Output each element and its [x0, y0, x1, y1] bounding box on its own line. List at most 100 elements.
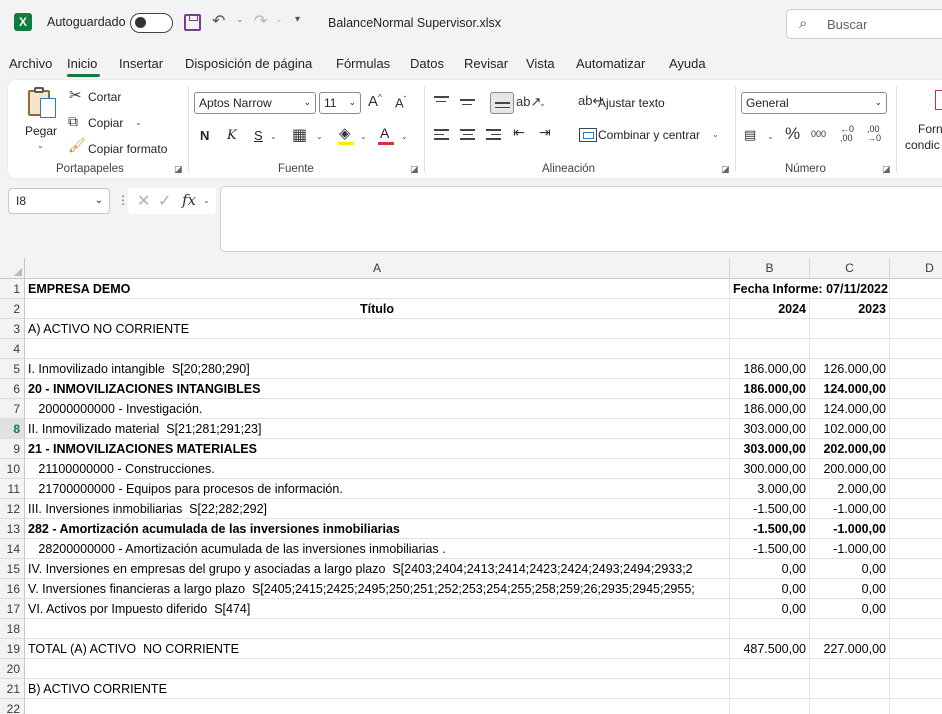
align-top-icon[interactable]	[434, 96, 449, 110]
cell-b[interactable]: 303.000,00	[730, 419, 810, 439]
undo-icon[interactable]: ↶	[212, 11, 225, 31]
tab-ayuda[interactable]: Ayuda	[669, 56, 706, 71]
cell-d[interactable]	[890, 559, 942, 579]
cell-a[interactable]: EMPRESA DEMO	[25, 279, 730, 299]
row-header[interactable]: 15	[0, 559, 25, 579]
align-center-icon[interactable]	[460, 129, 475, 143]
cell-b[interactable]	[730, 319, 810, 339]
cell-c[interactable]: 0,00	[810, 599, 890, 619]
tab-automatizar[interactable]: Automatizar	[576, 56, 645, 71]
cell-a[interactable]	[25, 619, 730, 639]
cell-b[interactable]: 303.000,00	[730, 439, 810, 459]
search-input[interactable]: ⌕ Buscar	[786, 9, 942, 39]
cell-c[interactable]: -1.000,00	[810, 499, 890, 519]
cell-c[interactable]: 2.000,00	[810, 479, 890, 499]
row-header[interactable]: 3	[0, 319, 25, 339]
cell-d[interactable]	[890, 619, 942, 639]
row-header[interactable]: 6	[0, 379, 25, 399]
cell-c[interactable]: 200.000,00	[810, 459, 890, 479]
borders-icon[interactable]: ▦	[292, 125, 307, 145]
row-header[interactable]: 22	[0, 699, 25, 714]
cell-c[interactable]: 202.000,00	[810, 439, 890, 459]
decrease-indent-icon[interactable]: ⇤	[513, 124, 525, 141]
cell-c[interactable]: -1.000,00	[810, 539, 890, 559]
decrease-font-size-icon[interactable]: Aˇ	[395, 95, 406, 110]
insert-function-icon[interactable]: fx	[182, 191, 196, 209]
name-box[interactable]: I8 ⌄	[8, 188, 110, 214]
cell-a[interactable]: IV. Inversiones en empresas del grupo y …	[25, 559, 730, 579]
cell-a[interactable]: I. Inmovilizado intangible S[20;280;290]	[25, 359, 730, 379]
cell-a[interactable]: III. Inversiones inmobiliarias S[22;282;…	[25, 499, 730, 519]
chevron-down-icon[interactable]: ⌄	[203, 196, 210, 205]
cell-d[interactable]	[890, 279, 942, 299]
row-header[interactable]: 7	[0, 399, 25, 419]
cell-b[interactable]: 3.000,00	[730, 479, 810, 499]
cell-c[interactable]: 124.000,00	[810, 379, 890, 399]
autosave-toggle[interactable]	[130, 13, 173, 33]
comma-style-icon[interactable]: 000	[811, 129, 826, 139]
row-header[interactable]: 13	[0, 519, 25, 539]
enter-icon[interactable]: ✓	[158, 191, 171, 211]
tab-datos[interactable]: Datos	[410, 56, 444, 71]
cell-a[interactable]	[25, 339, 730, 359]
chevron-down-icon[interactable]: ⌵	[494, 15, 502, 26]
cell-c[interactable]	[810, 619, 890, 639]
cell-c[interactable]: 126.000,00	[810, 359, 890, 379]
row-header[interactable]: 9	[0, 439, 25, 459]
borders-dropdown-icon[interactable]: ⌄	[316, 132, 323, 141]
cell-a[interactable]: 28200000000 - Amortización acumulada de …	[25, 539, 730, 559]
cell-c[interactable]: 102.000,00	[810, 419, 890, 439]
decrease-decimal-icon[interactable]: ,00 →0	[867, 125, 881, 143]
paste-dropdown-icon[interactable]: ⌄	[37, 141, 44, 150]
row-header[interactable]: 21	[0, 679, 25, 699]
cell-c[interactable]: 227.000,00	[810, 639, 890, 659]
row-header[interactable]: 5	[0, 359, 25, 379]
cell-c[interactable]	[810, 339, 890, 359]
cell-a[interactable]	[25, 699, 730, 714]
orientation-icon[interactable]: ab↗	[516, 94, 541, 110]
cell-b[interactable]: 186.000,00	[730, 379, 810, 399]
redo-icon[interactable]: ↷	[254, 11, 267, 31]
bold-button[interactable]: N	[200, 128, 209, 143]
font-launcher-icon[interactable]: ◪	[410, 164, 419, 175]
cell-a[interactable]: 20 - INMOVILIZACIONES INTANGIBLES	[25, 379, 730, 399]
font-name-select[interactable]: Aptos Narrow ⌄	[194, 92, 316, 114]
increase-decimal-icon[interactable]: ←0,00	[840, 125, 854, 143]
cell-a[interactable]: Título	[25, 299, 730, 319]
column-header-c[interactable]: C	[810, 258, 890, 279]
cell-d[interactable]	[890, 519, 942, 539]
cell-b[interactable]	[730, 659, 810, 679]
row-header[interactable]: 17	[0, 599, 25, 619]
column-header-b[interactable]: B	[730, 258, 810, 279]
format-painter-button[interactable]: Copiar formato	[88, 142, 167, 156]
cell-a[interactable]: 21700000000 - Equipos para procesos de i…	[25, 479, 730, 499]
cell-a[interactable]: TOTAL (A) ACTIVO NO CORRIENTE	[25, 639, 730, 659]
cell-c[interactable]: 0,00	[810, 579, 890, 599]
row-header[interactable]: 14	[0, 539, 25, 559]
cell-d[interactable]	[890, 379, 942, 399]
cell-c[interactable]: 0,00	[810, 559, 890, 579]
cell-a[interactable]: II. Inmovilizado material S[21;281;291;2…	[25, 419, 730, 439]
fill-color-icon[interactable]: ◈	[339, 124, 351, 142]
select-all-button[interactable]	[0, 258, 25, 279]
cell-b[interactable]: -1.500,00	[730, 539, 810, 559]
tab-archivo[interactable]: Archivo	[9, 56, 52, 71]
cell-b[interactable]: 0,00	[730, 599, 810, 619]
cell-a[interactable]: 21 - INMOVILIZACIONES MATERIALES	[25, 439, 730, 459]
paste-button[interactable]: Pegar	[25, 124, 57, 138]
underline-dropdown-icon[interactable]: ⌄	[270, 132, 277, 141]
fill-color-dropdown-icon[interactable]: ⌄	[360, 132, 367, 141]
cell-d[interactable]	[890, 399, 942, 419]
cell-d[interactable]	[890, 339, 942, 359]
tab-formulas[interactable]: Fórmulas	[336, 56, 390, 71]
tab-revisar[interactable]: Revisar	[464, 56, 508, 71]
cell-d[interactable]	[890, 419, 942, 439]
row-header[interactable]: 2	[0, 299, 25, 319]
cell-b[interactable]: 0,00	[730, 579, 810, 599]
cell-c[interactable]	[810, 699, 890, 714]
cell-c[interactable]: -1.000,00	[810, 519, 890, 539]
tab-disposicion[interactable]: Disposición de página	[185, 56, 312, 71]
clipboard-launcher-icon[interactable]: ◪	[174, 164, 183, 175]
cell-b[interactable]: -1.500,00	[730, 499, 810, 519]
cell-b[interactable]: 487.500,00	[730, 639, 810, 659]
